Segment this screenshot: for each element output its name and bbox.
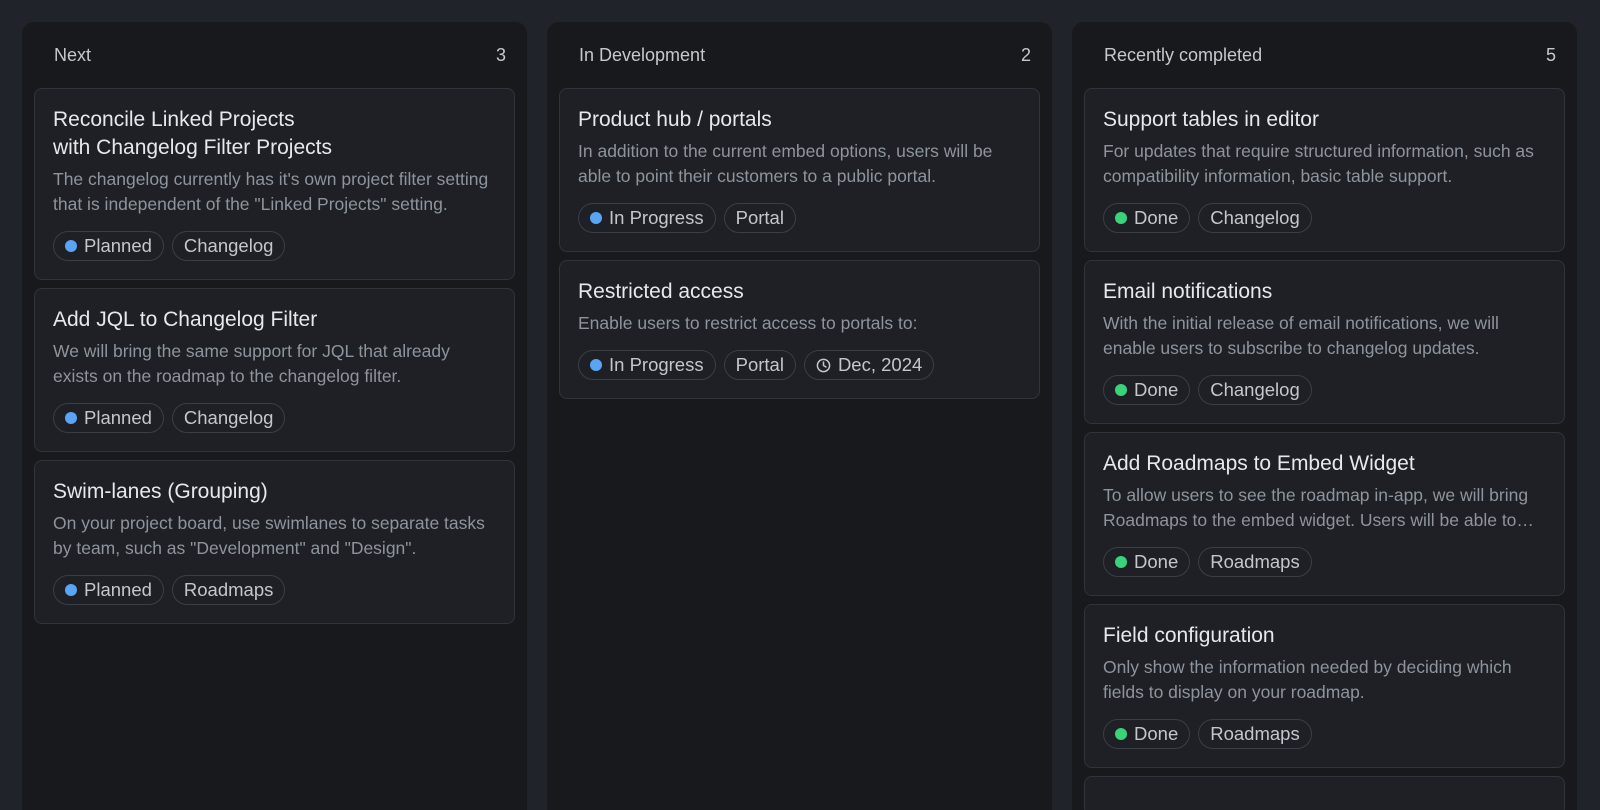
card-description: Enable users to restrict access to porta…: [578, 313, 918, 333]
status-label: In Progress: [609, 207, 704, 228]
roadmap-card[interactable]: Product hub / portals In addition to the…: [559, 88, 1040, 252]
card-description: For updates that require structured info…: [1103, 141, 1534, 186]
category-tag[interactable]: Roadmaps: [1198, 547, 1312, 577]
card-tags: Done Roadmaps: [1103, 547, 1546, 577]
status-dot-icon: [65, 240, 77, 252]
column-title: Next: [54, 44, 92, 65]
status-badge[interactable]: Done: [1103, 547, 1191, 577]
card-description: With the initial release of email notifi…: [1103, 313, 1499, 358]
status-badge[interactable]: Planned: [53, 403, 164, 433]
roadmap-board: Next 3 Reconcile Linked Projects with Ch…: [0, 0, 1600, 810]
status-dot-icon: [590, 212, 602, 224]
roadmap-card-partial[interactable]: [1084, 776, 1565, 810]
column-count: 2: [1020, 44, 1031, 65]
card-description: Only show the information needed by deci…: [1103, 657, 1512, 702]
status-label: Done: [1134, 379, 1179, 400]
status-badge[interactable]: Done: [1103, 719, 1191, 749]
card-title: Add Roadmaps to Embed Widget: [1103, 452, 1415, 475]
card-tags: In Progress Portal Dec, 2024: [578, 350, 1021, 380]
column-next: Next 3 Reconcile Linked Projects with Ch…: [22, 22, 527, 810]
status-badge[interactable]: Done: [1103, 203, 1191, 233]
card-tags: Done Changelog: [1103, 375, 1546, 405]
card-description: The changelog currently has it's own pro…: [53, 169, 489, 214]
status-badge[interactable]: In Progress: [578, 350, 716, 380]
status-label: Planned: [84, 407, 152, 428]
column-count: 3: [495, 44, 506, 65]
card-title: Product hub / portals: [578, 108, 772, 131]
card-tags: Done Changelog: [1103, 203, 1546, 233]
column-header: In Development 2: [547, 22, 1052, 88]
roadmap-card[interactable]: Add JQL to Changelog Filter We will brin…: [34, 288, 515, 452]
category-tag[interactable]: Roadmaps: [171, 575, 286, 605]
card-description: In addition to the current embed options…: [578, 141, 993, 186]
status-label: Done: [1134, 207, 1179, 228]
category-tag[interactable]: Changelog: [171, 403, 286, 433]
roadmap-card[interactable]: Support tables in editor For updates tha…: [1084, 88, 1565, 252]
card-title: Add JQL to Changelog Filter: [53, 308, 318, 331]
category-tag[interactable]: Roadmaps: [1198, 719, 1312, 749]
category-tag[interactable]: Portal: [723, 203, 796, 233]
column-title: Recently completed: [1104, 44, 1263, 65]
column-title: In Development: [579, 44, 706, 65]
status-dot-icon: [590, 359, 602, 371]
category-tag[interactable]: Changelog: [171, 231, 286, 261]
card-title: Reconcile Linked Projects with Changelog…: [53, 108, 332, 159]
status-dot-icon: [1115, 212, 1127, 224]
card-tags: In Progress Portal: [578, 203, 1021, 233]
status-dot-icon: [65, 584, 77, 596]
category-tag[interactable]: Changelog: [1198, 375, 1312, 405]
column-recently-completed: Recently completed 5 Support tables in e…: [1072, 22, 1577, 810]
category-tag[interactable]: Changelog: [1198, 203, 1312, 233]
status-dot-icon: [1115, 556, 1127, 568]
status-label: Done: [1134, 551, 1179, 572]
card-tags: Planned Roadmaps: [53, 575, 496, 605]
status-badge[interactable]: In Progress: [578, 203, 716, 233]
column-header: Next 3: [22, 22, 527, 88]
status-label: In Progress: [609, 354, 704, 375]
card-description: To allow users to see the roadmap in-app…: [1103, 485, 1529, 530]
column-count: 5: [1545, 44, 1556, 65]
card-tags: Done Roadmaps: [1103, 719, 1546, 749]
card-title: Field configuration: [1103, 624, 1275, 647]
card-title: Swim-lanes (Grouping): [53, 480, 268, 503]
card-title: Email notifications: [1103, 280, 1273, 303]
roadmap-card[interactable]: Restricted access Enable users to restri…: [559, 260, 1040, 399]
card-tags: Planned Changelog: [53, 231, 496, 261]
status-dot-icon: [1115, 384, 1127, 396]
clock-icon: [816, 358, 831, 372]
card-description: We will bring the same support for JQL t…: [53, 341, 450, 386]
status-label: Done: [1134, 723, 1179, 744]
due-date-badge[interactable]: Dec, 2024: [803, 350, 935, 380]
roadmap-card[interactable]: Add Roadmaps to Embed Widget To allow us…: [1084, 432, 1565, 596]
due-date-label: Dec, 2024: [837, 354, 923, 375]
card-title: Support tables in editor: [1103, 108, 1319, 131]
roadmap-card[interactable]: Field configuration Only show the inform…: [1084, 604, 1565, 768]
status-badge[interactable]: Planned: [53, 231, 164, 261]
column-in-development: In Development 2 Product hub / portals I…: [547, 22, 1052, 810]
category-tag[interactable]: Portal: [723, 350, 796, 380]
card-title: Restricted access: [578, 280, 744, 303]
status-dot-icon: [1115, 728, 1127, 740]
card-description: On your project board, use swimlanes to …: [53, 513, 485, 558]
status-label: Planned: [84, 235, 152, 256]
column-header: Recently completed 5: [1072, 22, 1577, 88]
roadmap-card[interactable]: Swim-lanes (Grouping) On your project bo…: [34, 460, 515, 624]
status-badge[interactable]: Planned: [53, 575, 164, 605]
status-badge[interactable]: Done: [1103, 375, 1191, 405]
roadmap-card[interactable]: Reconcile Linked Projects with Changelog…: [34, 88, 515, 280]
status-dot-icon: [65, 412, 77, 424]
status-label: Planned: [84, 579, 152, 600]
roadmap-card[interactable]: Email notifications With the initial rel…: [1084, 260, 1565, 424]
card-tags: Planned Changelog: [53, 403, 496, 433]
